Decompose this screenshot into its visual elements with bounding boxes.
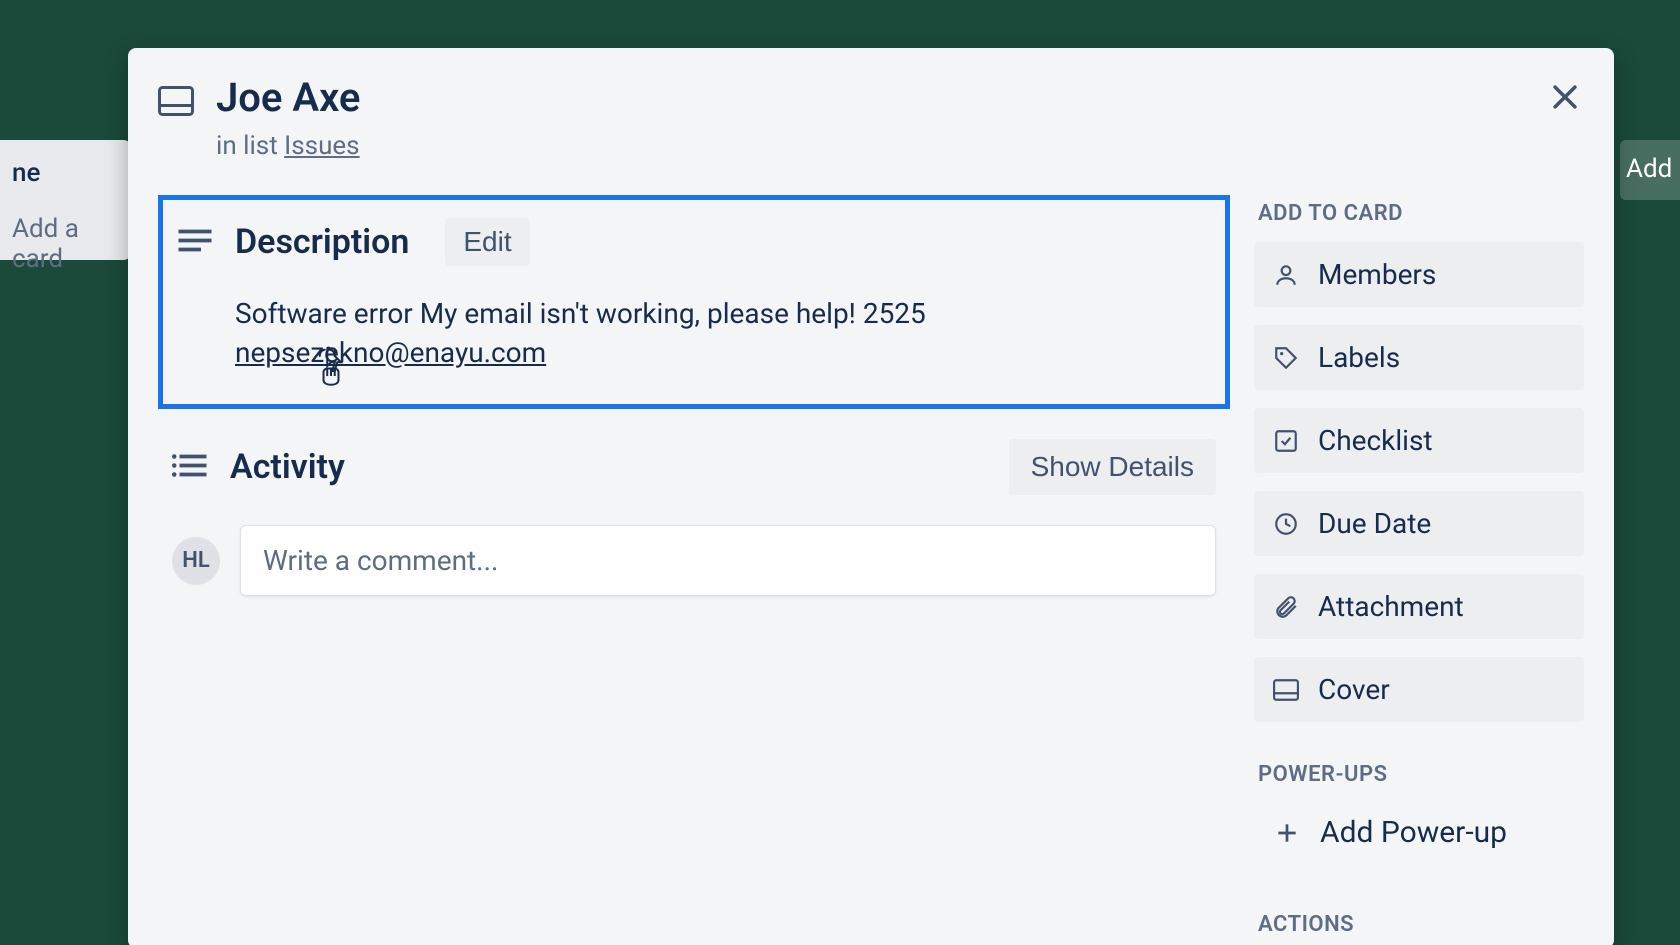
activity-heading: Activity (230, 447, 345, 487)
comment-input[interactable]: Write a comment... (240, 525, 1216, 596)
close-icon (1548, 80, 1582, 114)
activity-header: Activity Show Details (158, 439, 1230, 495)
labels-icon (1272, 344, 1300, 372)
card-header: Joe Axe (158, 74, 1584, 121)
members-label: Members (1318, 258, 1436, 291)
cover-icon (1272, 676, 1300, 704)
background-add-list: Add (1620, 140, 1680, 200)
main-column: Description Edit Software error My email… (158, 195, 1230, 945)
bg-list-title: ne (12, 158, 118, 188)
attachment-label: Attachment (1318, 590, 1464, 623)
description-heading: Description (235, 222, 409, 262)
cover-label: Cover (1318, 673, 1390, 706)
add-powerup-label: Add Power-up (1320, 815, 1507, 850)
powerups-heading: POWER-UPS (1258, 762, 1584, 787)
add-powerup-button[interactable]: Add Power-up (1254, 803, 1584, 862)
comment-row: HL Write a comment... (158, 525, 1230, 596)
description-text[interactable]: Software error My email isn't working, p… (235, 294, 1203, 372)
actions-heading: ACTIONS (1258, 912, 1584, 937)
close-button[interactable] (1544, 76, 1586, 118)
card-modal: Joe Axe in list Issues Description Edit … (128, 48, 1614, 945)
due-date-label: Due Date (1318, 507, 1431, 540)
card-title[interactable]: Joe Axe (216, 74, 360, 121)
bg-add-card: Add a card (12, 214, 118, 274)
checklist-button[interactable]: Checklist (1254, 408, 1584, 473)
cover-button[interactable]: Cover (1254, 657, 1584, 722)
members-button[interactable]: Members (1254, 242, 1584, 307)
avatar[interactable]: HL (172, 537, 220, 585)
labels-button[interactable]: Labels (1254, 325, 1584, 390)
activity-icon (172, 452, 208, 482)
description-icon (177, 227, 213, 257)
labels-label: Labels (1318, 341, 1400, 374)
attachment-button[interactable]: Attachment (1254, 574, 1584, 639)
checklist-label: Checklist (1318, 424, 1433, 457)
background-list-left: ne Add a card (0, 140, 130, 260)
attachment-icon (1272, 593, 1300, 621)
card-icon (158, 86, 194, 116)
in-list-prefix: in list (216, 131, 284, 161)
description-email-link[interactable]: nepsezekno@enayu.com (235, 336, 546, 369)
sidebar: ADD TO CARD Members Labels Checklist Due… (1254, 195, 1584, 945)
due-date-button[interactable]: Due Date (1254, 491, 1584, 556)
in-list-link[interactable]: Issues (284, 131, 359, 161)
description-text-content: Software error My email isn't working, p… (235, 297, 926, 330)
description-section-highlighted: Description Edit Software error My email… (158, 195, 1230, 409)
edit-description-button[interactable]: Edit (445, 218, 529, 266)
checklist-icon (1272, 427, 1300, 455)
show-details-button[interactable]: Show Details (1009, 439, 1216, 495)
plus-icon (1272, 818, 1302, 848)
members-icon (1272, 261, 1300, 289)
add-to-card-heading: ADD TO CARD (1258, 201, 1584, 226)
in-list-text: in list Issues (216, 131, 1584, 161)
clock-icon (1272, 510, 1300, 538)
